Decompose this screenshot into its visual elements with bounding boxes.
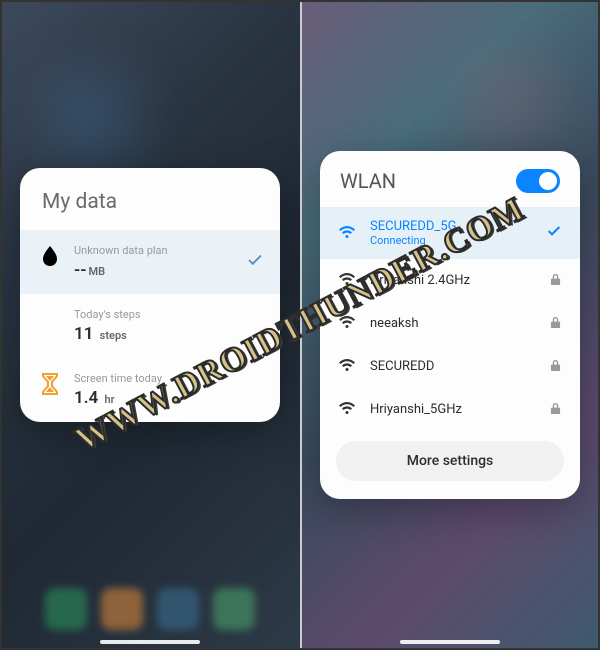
left-phone-screen: My data Unknown data plan --MB Today's s xyxy=(0,0,300,650)
data-plan-unit: MB xyxy=(88,265,105,278)
wifi-icon xyxy=(338,400,358,419)
lock-icon xyxy=(550,271,562,290)
screen-time-label: Screen time today xyxy=(74,372,162,385)
wifi-network-row[interactable]: SECUREDD_5G Connecting xyxy=(320,207,580,259)
wifi-icon xyxy=(338,271,358,290)
wifi-icon xyxy=(338,314,358,333)
panel-divider xyxy=(300,0,302,650)
data-plan-value: -- xyxy=(74,260,86,280)
wifi-name: Hriyanshi 2.4GHz xyxy=(370,273,538,288)
screen-time-value: 1.4 xyxy=(74,388,98,408)
check-icon xyxy=(246,251,264,273)
wlan-title: WLAN xyxy=(340,169,396,193)
wifi-name: Hriyanshi_5GHz xyxy=(370,402,538,417)
wifi-name: SECUREDD xyxy=(370,359,538,374)
wifi-network-row[interactable]: SECUREDD xyxy=(320,345,580,388)
data-plan-row[interactable]: Unknown data plan --MB xyxy=(20,230,280,294)
wifi-icon xyxy=(338,224,358,243)
check-icon xyxy=(546,223,562,243)
steps-row[interactable]: Today's steps 11 steps xyxy=(20,294,280,358)
wifi-name: SECUREDD_5G xyxy=(370,219,534,234)
lock-icon xyxy=(550,400,562,419)
dock-left xyxy=(45,588,255,630)
wlan-header: WLAN xyxy=(320,151,580,207)
card-title: My data xyxy=(20,168,280,230)
home-indicator[interactable] xyxy=(100,640,200,644)
screen-time-row[interactable]: Screen time today 1.4 hr xyxy=(20,358,280,422)
lock-icon xyxy=(550,314,562,333)
wifi-name: neeaksh xyxy=(370,316,538,331)
steps-value: 11 xyxy=(74,324,93,344)
screen-time-unit: hr xyxy=(105,393,115,406)
home-indicator[interactable] xyxy=(400,640,500,644)
water-drop-icon xyxy=(38,244,62,268)
wlan-card: WLAN SECUREDD_5G Connecting Hriyanshi 2.… xyxy=(320,151,580,499)
data-plan-label: Unknown data plan xyxy=(74,244,168,257)
wifi-status: Connecting xyxy=(370,234,534,247)
my-data-card: My data Unknown data plan --MB Today's s xyxy=(20,168,280,422)
hourglass-icon xyxy=(38,372,62,396)
wifi-icon xyxy=(338,357,358,376)
right-phone-screen: WLAN SECUREDD_5G Connecting Hriyanshi 2.… xyxy=(300,0,600,650)
steps-unit: steps xyxy=(100,329,127,342)
lock-icon xyxy=(550,357,562,376)
wifi-network-row[interactable]: Hriyanshi_5GHz xyxy=(320,388,580,431)
wifi-network-row[interactable]: Hriyanshi 2.4GHz xyxy=(320,259,580,302)
more-settings-button[interactable]: More settings xyxy=(336,441,564,481)
steps-label: Today's steps xyxy=(74,308,141,321)
steps-icon xyxy=(38,308,62,332)
wlan-toggle[interactable] xyxy=(516,169,560,193)
wifi-network-row[interactable]: neeaksh xyxy=(320,302,580,345)
